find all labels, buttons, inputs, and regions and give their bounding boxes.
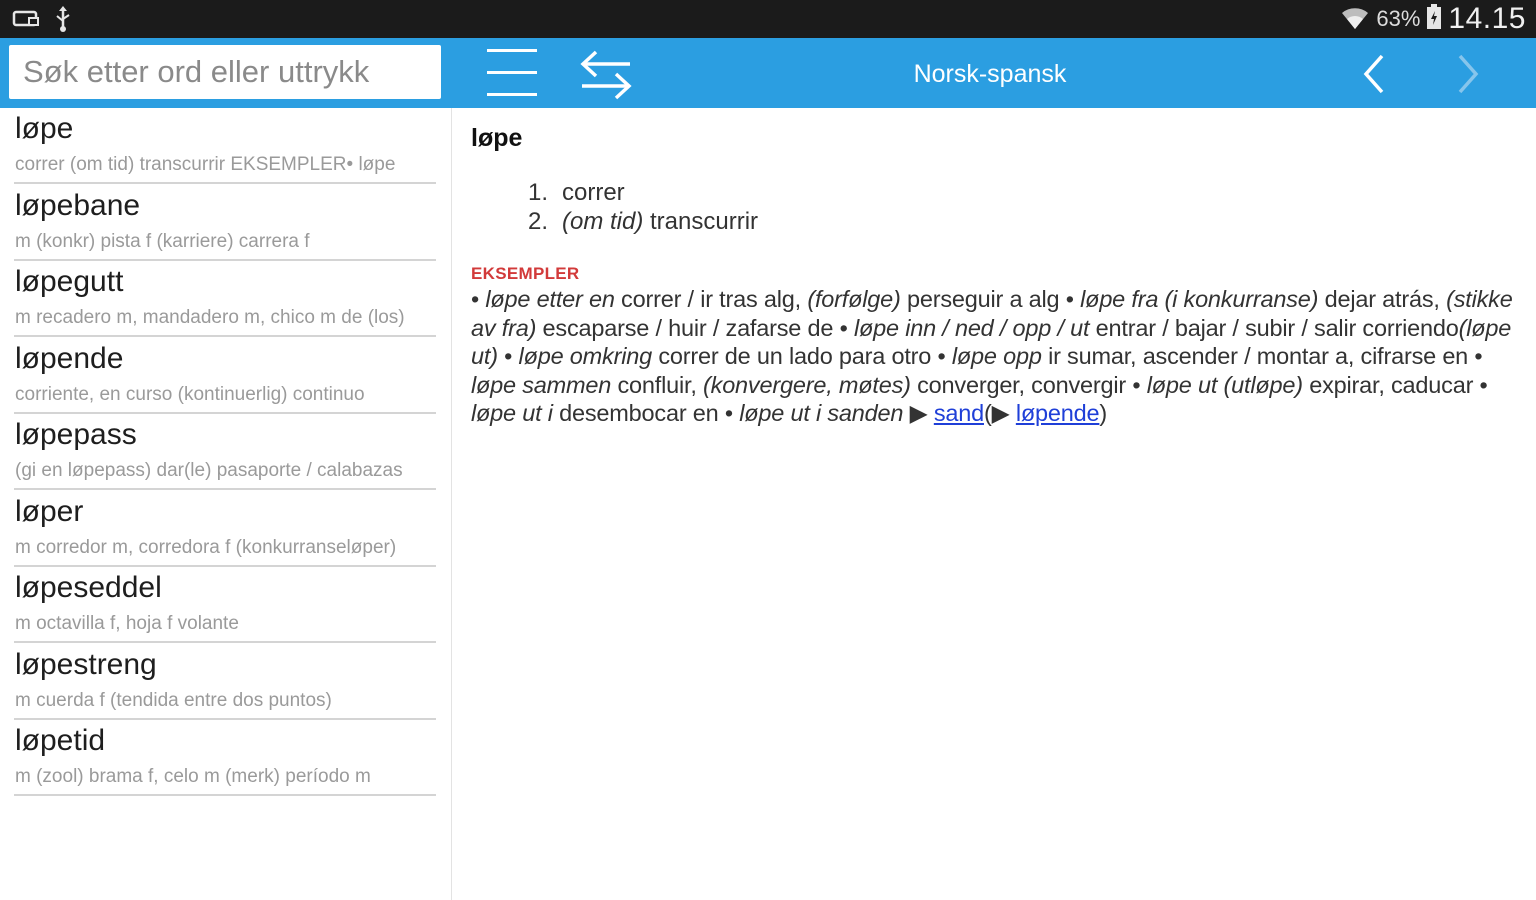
word-list: løpe correr (om tid) transcurrir EKSEMPL… bbox=[0, 108, 452, 900]
sense-number: 1. bbox=[528, 179, 549, 206]
list-item-headword: løper bbox=[15, 494, 84, 528]
entry-detail: løpe 1. correr 2. (om tid) transcurrir EKS… bbox=[452, 108, 1536, 900]
swap-direction-icon bbox=[580, 50, 632, 100]
cross-ref-link-sand[interactable]: sand bbox=[934, 400, 984, 426]
battery-percent: 63% bbox=[1376, 6, 1421, 31]
screen-mirror-icon bbox=[12, 8, 40, 35]
examples-text: • løpe etter en correr / ir tras alg, (f… bbox=[471, 286, 1513, 426]
list-item-summary: correr (om tid) transcurrir EKSEMPLER• l… bbox=[15, 154, 396, 175]
sense-number: 2. bbox=[528, 208, 549, 235]
list-item-headword: løpestreng bbox=[15, 647, 157, 681]
sense-translation: transcurrir bbox=[643, 208, 759, 235]
chevron-left-icon bbox=[1363, 54, 1384, 94]
list-item-headword: løpebane bbox=[15, 188, 141, 222]
list-item-headword: løpe bbox=[15, 112, 74, 145]
status-bar: 63% 14.15 bbox=[0, 0, 1536, 38]
sense-item: 2. (om tid) transcurrir bbox=[528, 207, 758, 236]
list-item-headword: løpegutt bbox=[15, 265, 124, 298]
list-item[interactable]: løpetid m (zool) brama f, celo m (merk) … bbox=[14, 720, 436, 796]
list-item[interactable]: løpestreng m cuerda f (tendida entre dos… bbox=[14, 644, 436, 720]
list-item-headword: løpetid bbox=[15, 724, 106, 757]
list-item-summary: m cuerda f (tendida entre dos puntos) bbox=[15, 689, 332, 711]
chevron-right-icon bbox=[1458, 54, 1479, 94]
sense-list: 1. correr 2. (om tid) transcurrir bbox=[528, 178, 758, 236]
list-item-summary: corriente, en curso (kontinuerlig) conti… bbox=[15, 383, 365, 405]
list-item[interactable]: løpebane m (konkr) pista f (karriere) ca… bbox=[14, 185, 436, 261]
examples-label: EKSEMPLER bbox=[471, 264, 580, 283]
cross-ref-link-lopende[interactable]: løpende bbox=[1016, 400, 1100, 426]
sense-translation: correr bbox=[562, 179, 625, 206]
cross-ref-arrow-icon: ▶ bbox=[909, 400, 928, 426]
search-box[interactable] bbox=[9, 45, 441, 99]
entry-headword: løpe bbox=[471, 124, 523, 152]
forward-button[interactable] bbox=[1448, 52, 1488, 96]
back-button[interactable] bbox=[1356, 52, 1396, 96]
list-item[interactable]: løpende corriente, en curso (kontinuerli… bbox=[14, 338, 436, 414]
app-toolbar: Norsk-spansk bbox=[0, 38, 1536, 108]
cross-ref-arrow-icon: ▶ bbox=[991, 400, 1010, 426]
clock: 14.15 bbox=[1448, 2, 1526, 35]
swap-direction-button[interactable] bbox=[576, 46, 636, 100]
list-item-summary: m octavilla f, hoja f volante bbox=[15, 613, 239, 634]
battery-icon bbox=[1426, 3, 1442, 36]
list-item-summary: m (zool) brama f, celo m (merk) período … bbox=[15, 766, 371, 787]
list-item-summary: (gi en løpepass) dar(le) pasaporte / cal… bbox=[15, 460, 403, 481]
hamburger-menu-icon bbox=[487, 49, 537, 52]
sense-label: (om tid) bbox=[562, 208, 644, 235]
list-item-summary: m recadero m, mandadero m, chico m de (l… bbox=[15, 307, 405, 328]
search-input[interactable] bbox=[23, 45, 427, 99]
list-item-headword: løpeseddel bbox=[15, 571, 162, 604]
list-item[interactable]: løpe correr (om tid) transcurrir EKSEMPL… bbox=[14, 108, 436, 184]
list-item[interactable]: løpeseddel m octavilla f, hoja f volante bbox=[14, 567, 436, 643]
list-item[interactable]: løper m corredor m, corredora f (konkurr… bbox=[14, 491, 436, 567]
dictionary-title: Norsk-spansk bbox=[913, 60, 1067, 88]
list-item-summary: m corredor m, corredora f (konkurranselø… bbox=[15, 536, 397, 558]
list-item-summary: m (konkr) pista f (karriere) carrera f bbox=[15, 230, 310, 252]
menu-button[interactable] bbox=[484, 46, 540, 100]
wifi-icon bbox=[1340, 3, 1370, 36]
list-item[interactable]: løpepass (gi en løpepass) dar(le) pasapo… bbox=[14, 414, 436, 490]
usb-icon bbox=[54, 6, 72, 37]
list-item[interactable]: løpegutt m recadero m, mandadero m, chic… bbox=[14, 261, 436, 337]
list-item-headword: løpende bbox=[15, 341, 124, 375]
list-item-headword: løpepass bbox=[15, 418, 137, 451]
sense-item: 1. correr bbox=[528, 178, 758, 207]
